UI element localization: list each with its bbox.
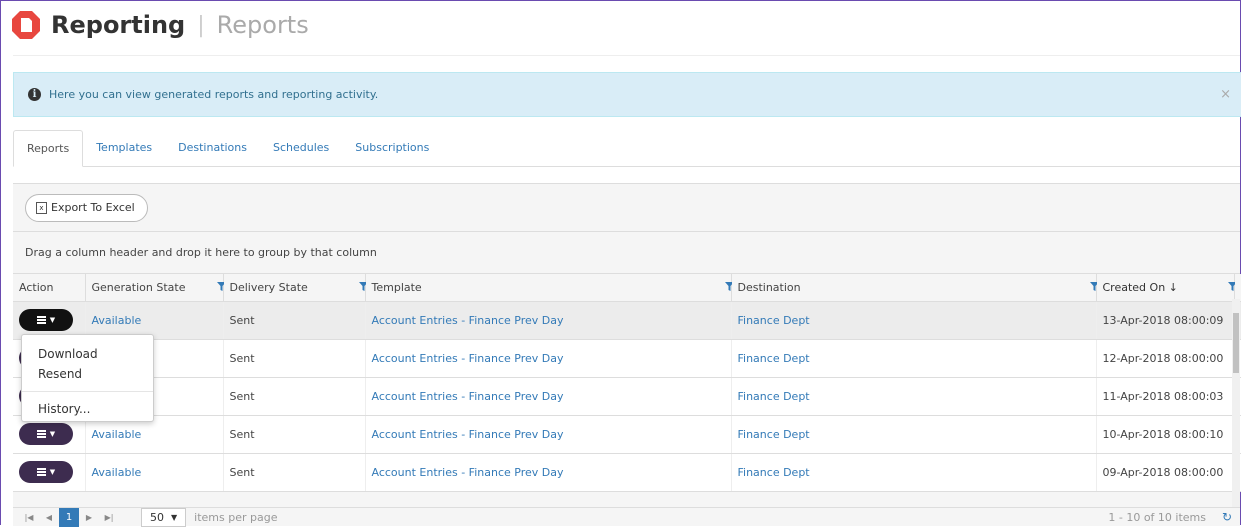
page-size-select[interactable]: 50 ▼ — [141, 507, 187, 527]
delivery-state-cell: Sent — [223, 301, 366, 340]
banner-text: Here you can view generated reports and … — [49, 88, 379, 101]
column-header-destination[interactable]: Destination — [731, 274, 1099, 302]
grid-scrollbar[interactable] — [1232, 299, 1240, 507]
tab-bar: Reports Templates Destinations Schedules… — [13, 130, 1240, 167]
menu-icon — [36, 429, 46, 439]
caret-down-icon: ▼ — [49, 468, 56, 476]
destination-cell[interactable]: Finance Dept — [731, 415, 1097, 454]
page-title: Reporting — [51, 11, 186, 39]
banner-close-icon[interactable]: × — [1220, 87, 1231, 102]
next-page-icon[interactable]: ▶ — [79, 508, 99, 527]
scroll-header-spacer — [1234, 274, 1241, 302]
template-cell[interactable]: Account Entries - Finance Prev Day — [365, 415, 732, 454]
column-label: Delivery State — [229, 280, 308, 294]
table-row[interactable]: ▼ Available Sent Account Entries - Finan… — [13, 377, 1241, 416]
created-on-cell: 11-Apr-2018 08:00:03 — [1096, 377, 1235, 416]
column-header-delivery-state[interactable]: Delivery State — [223, 274, 368, 302]
menu-divider — [22, 391, 153, 392]
table-row[interactable]: ▼ Available Sent Account Entries - Finan… — [13, 453, 1241, 492]
menu-item-history[interactable]: History... — [22, 399, 153, 419]
table-row[interactable]: ▼ Available Sent Account Entries - Finan… — [13, 415, 1241, 454]
reporting-logo-icon — [11, 10, 41, 40]
created-on-cell: 10-Apr-2018 08:00:10 — [1096, 415, 1235, 454]
caret-down-icon: ▼ — [49, 430, 56, 438]
row-action-button[interactable]: ▼ — [19, 461, 73, 483]
tab-destinations[interactable]: Destinations — [165, 129, 260, 166]
export-label: Export To Excel — [51, 201, 135, 214]
caret-down-icon: ▼ — [171, 512, 178, 522]
pager-info: 1 - 10 of 10 items — [1108, 510, 1206, 524]
menu-icon — [36, 315, 46, 325]
column-label: Created On ↓ — [1102, 280, 1178, 294]
title-separator: | — [197, 12, 205, 38]
created-on-cell: 09-Apr-2018 08:00:00 — [1096, 453, 1235, 492]
destination-cell[interactable]: Finance Dept — [731, 377, 1097, 416]
menu-item-resend[interactable]: Resend — [22, 364, 153, 384]
column-header-created-on[interactable]: Created On ↓ — [1096, 274, 1237, 302]
column-header-template[interactable]: Template — [365, 274, 734, 302]
tab-reports[interactable]: Reports — [13, 130, 84, 167]
tab-subscriptions[interactable]: Subscriptions — [342, 129, 442, 166]
page-subtitle: Reports — [216, 11, 309, 39]
grid-pager: |◀ ◀ 1 ▶ ▶| 50 ▼ items per page 1 - 10 o… — [13, 507, 1240, 527]
row-action-menu: Download Resend History... — [21, 334, 154, 422]
caret-down-icon: ▼ — [49, 316, 56, 324]
column-header-action[interactable]: Action — [13, 274, 86, 302]
refresh-icon[interactable]: ↻ — [1222, 510, 1232, 524]
destination-cell[interactable]: Finance Dept — [731, 453, 1097, 492]
destination-cell[interactable]: Finance Dept — [731, 301, 1097, 340]
column-label: Template — [371, 280, 422, 294]
template-cell[interactable]: Account Entries - Finance Prev Day — [365, 339, 732, 378]
template-cell[interactable]: Account Entries - Finance Prev Day — [365, 453, 732, 492]
template-cell[interactable]: Account Entries - Finance Prev Day — [365, 301, 732, 340]
action-cell: ▼ — [13, 453, 86, 492]
tab-schedules[interactable]: Schedules — [260, 129, 342, 166]
export-to-excel-button[interactable]: x Export To Excel — [25, 193, 148, 222]
info-banner: i Here you can view generated reports an… — [13, 72, 1241, 117]
page-header: Reporting | Reports — [11, 5, 309, 45]
delivery-state-cell: Sent — [223, 453, 366, 492]
column-label: Destination — [737, 280, 801, 294]
template-cell[interactable]: Account Entries - Finance Prev Day — [365, 377, 732, 416]
reports-table: Action Generation State Delivery State T… — [13, 274, 1241, 492]
group-drop-area[interactable]: Drag a column header and drop it here to… — [13, 232, 1240, 274]
created-on-cell: 13-Apr-2018 08:00:09 — [1096, 301, 1235, 340]
last-page-icon[interactable]: ▶| — [99, 508, 119, 527]
info-icon: i — [28, 88, 41, 101]
page-size-value: 50 — [150, 510, 164, 524]
table-header-row: Action Generation State Delivery State T… — [13, 274, 1241, 302]
header-divider — [13, 55, 1240, 56]
app-frame: Reporting | Reports i Here you can view … — [0, 0, 1241, 527]
column-label: Generation State — [91, 280, 186, 294]
menu-icon — [36, 467, 46, 477]
delivery-state-cell: Sent — [223, 415, 366, 454]
generation-state-cell[interactable]: Available — [85, 453, 224, 492]
grid-toolbar: x Export To Excel — [13, 184, 1240, 232]
table-row[interactable]: ▼ Available Sent Account Entries - Finan… — [13, 301, 1241, 340]
row-action-button[interactable]: ▼ — [19, 309, 73, 331]
row-action-button[interactable]: ▼ — [19, 423, 73, 445]
prev-page-icon[interactable]: ◀ — [39, 508, 59, 527]
table-row[interactable]: ▼ Available Sent Account Entries - Finan… — [13, 339, 1241, 378]
menu-item-download[interactable]: Download — [22, 344, 153, 364]
reports-grid: x Export To Excel Drag a column header a… — [13, 183, 1241, 526]
delivery-state-cell: Sent — [223, 339, 366, 378]
column-header-generation-state[interactable]: Generation State — [85, 274, 226, 302]
scrollbar-thumb[interactable] — [1233, 313, 1239, 373]
created-on-cell: 12-Apr-2018 08:00:00 — [1096, 339, 1235, 378]
excel-icon: x — [36, 201, 47, 214]
delivery-state-cell: Sent — [223, 377, 366, 416]
per-page-label: items per page — [194, 510, 278, 524]
page-number-button[interactable]: 1 — [59, 507, 79, 527]
tab-templates[interactable]: Templates — [83, 129, 165, 166]
destination-cell[interactable]: Finance Dept — [731, 339, 1097, 378]
first-page-icon[interactable]: |◀ — [19, 508, 39, 527]
